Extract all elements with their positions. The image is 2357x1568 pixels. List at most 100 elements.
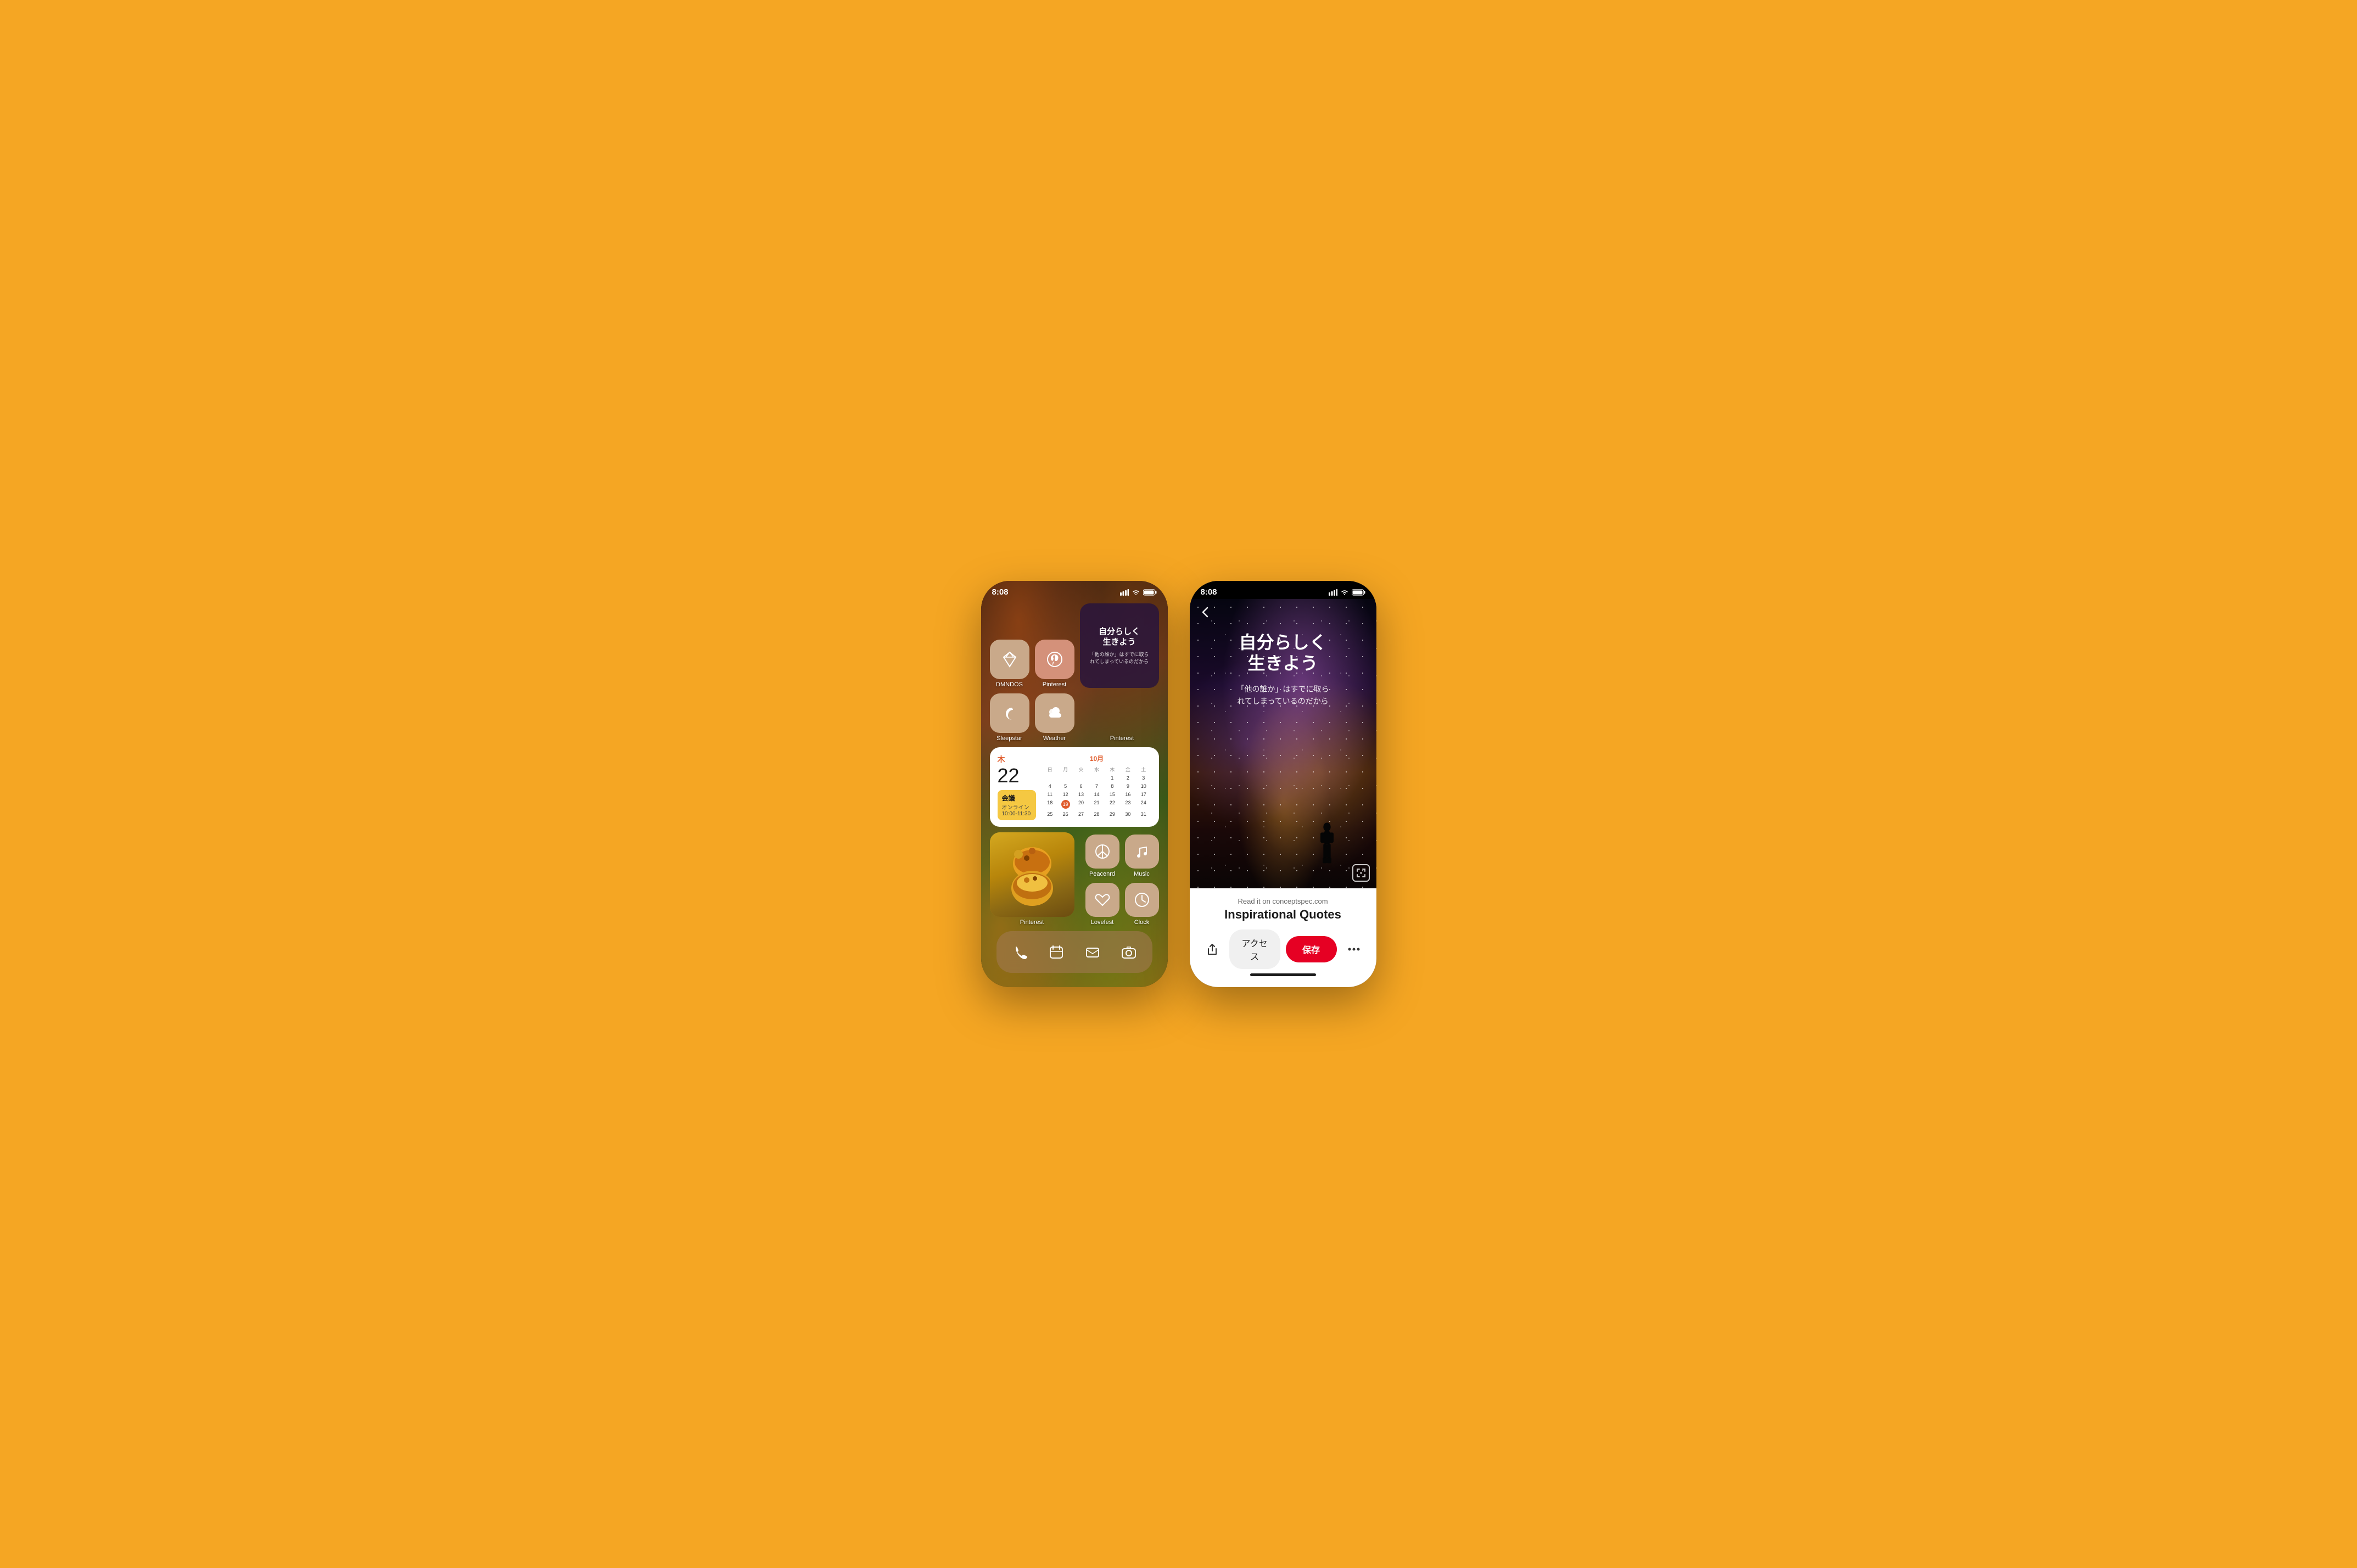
phone2: 8:08 — [1190, 581, 1376, 987]
cal-day-31: 31 — [1136, 810, 1151, 818]
app-row-1: DMNDOS Pinterest — [990, 603, 1159, 688]
calendar-right: 10月 日 月 火 水 木 金 土 — [1043, 754, 1151, 820]
signal-icon — [1120, 589, 1129, 596]
sleepstar-icon-box[interactable] — [990, 693, 1029, 733]
cal-day-16: 16 — [1121, 791, 1135, 798]
cal-day-10: 10 — [1136, 782, 1151, 790]
photo-widget-box[interactable] — [990, 832, 1074, 917]
cal-header-wed: 水 — [1089, 765, 1104, 774]
peacenrd-label: Peacenrd — [1089, 871, 1115, 877]
pinterest-icon-box-1[interactable] — [1035, 640, 1074, 679]
calendar-event-location: オンライン — [1002, 803, 1032, 811]
music-icon-box[interactable] — [1125, 835, 1159, 869]
pinterest-bottom-label: Pinterest — [990, 919, 1074, 926]
phone1: 8:08 — [981, 581, 1168, 987]
app-pinterest-widget-label: Pinterest — [1080, 735, 1164, 742]
moon-icon — [1001, 704, 1018, 722]
cal-day-12: 12 — [1058, 791, 1073, 798]
lovefest-label: Lovefest — [1091, 919, 1114, 926]
lovefest-icon-box[interactable] — [1085, 883, 1119, 917]
cal-day-13: 13 — [1073, 791, 1088, 798]
cal-day-27: 27 — [1073, 810, 1088, 818]
status-bar-phone1: 8:08 — [981, 581, 1168, 599]
phones-container: 8:08 — [981, 581, 1376, 987]
calendar-widget[interactable]: 木 22 会議 オンライン 10:00-11:30 10 月 日 — [990, 747, 1159, 827]
read-it-on: Read it on conceptspec.com — [1201, 897, 1365, 905]
wifi-icon — [1132, 589, 1140, 596]
cal-day-4: 4 — [1043, 782, 1057, 790]
food-image-icon — [996, 839, 1068, 910]
cal-day-30: 30 — [1121, 810, 1135, 818]
pinterest-label-1: Pinterest — [1043, 681, 1066, 688]
cal-day-25: 25 — [1043, 810, 1057, 818]
music-icon — [1133, 843, 1151, 860]
battery-icon — [1143, 589, 1157, 596]
pin-quote-sub: 「他の誰か」はすでに取られてしまっているのだから — [1203, 683, 1363, 708]
calendar-day-label: 木 — [998, 754, 1036, 765]
app-music[interactable]: Music — [1125, 835, 1159, 877]
status-bar-phone2: 8:08 — [1190, 581, 1376, 599]
quote-widget-main: 自分らしく生きよう — [1099, 626, 1140, 648]
share-icon — [1206, 943, 1218, 955]
status-icons-phone2 — [1329, 589, 1365, 596]
cal-header-sat: 土 — [1136, 765, 1151, 774]
app-lovefest[interactable]: Lovefest — [1085, 883, 1119, 926]
save-button[interactable]: 保存 — [1286, 936, 1337, 962]
dock-phone[interactable] — [1005, 937, 1035, 967]
dock-mail[interactable] — [1077, 937, 1108, 967]
back-chevron-icon — [1202, 607, 1208, 618]
cal-header-sun: 日 — [1043, 765, 1057, 774]
app-dmndos[interactable]: DMNDOS — [990, 640, 1029, 688]
cal-day-23: 23 — [1121, 799, 1135, 810]
quote-widget-sub: 「他の誰か」はすでに取られてしまっているのだから — [1089, 651, 1149, 665]
camera-icon — [1121, 944, 1136, 960]
cal-day-18: 18 — [1043, 799, 1057, 810]
peacenrd-icon-box[interactable] — [1085, 835, 1119, 869]
cal-day-26: 26 — [1058, 810, 1073, 818]
cal-day-6: 6 — [1073, 782, 1088, 790]
cal-day-22: 22 — [1105, 799, 1119, 810]
cal-header-mon: 月 — [1058, 765, 1073, 774]
scan-icon[interactable] — [1352, 864, 1370, 882]
dock-camera[interactable] — [1113, 937, 1144, 967]
app-pinterest-1[interactable]: Pinterest — [1035, 640, 1074, 688]
peace-icon — [1094, 843, 1111, 860]
weather-cloud-icon — [1045, 705, 1065, 721]
app-peacenrd[interactable]: Peacenrd — [1085, 835, 1119, 877]
back-button[interactable] — [1196, 603, 1214, 621]
more-button[interactable] — [1342, 938, 1365, 961]
app-clock[interactable]: Clock — [1125, 883, 1159, 926]
calendar-left: 木 22 会議 オンライン 10:00-11:30 — [998, 754, 1036, 820]
pin-quote-overlay: 自分らしく生きよう 「他の誰か」はすでに取られてしまっているのだから — [1190, 632, 1376, 708]
cal-day-20: 20 — [1073, 799, 1088, 810]
photo-widget[interactable]: Pinterest — [990, 832, 1074, 926]
app-sleepstar[interactable]: Sleepstar — [990, 693, 1029, 742]
cal-day-15: 15 — [1105, 791, 1119, 798]
cal-day-21: 21 — [1089, 799, 1104, 810]
quote-widget[interactable]: 自分らしく生きよう 「他の誰か」はすでに取られてしまっているのだから — [1080, 603, 1159, 688]
dock-calendar[interactable] — [1041, 937, 1072, 967]
cal-day-8: 8 — [1105, 782, 1119, 790]
cal-day-9: 9 — [1121, 782, 1135, 790]
read-it-on-text: Read it on — [1238, 897, 1270, 905]
pin-title: Inspirational Quotes — [1201, 908, 1365, 922]
access-button[interactable]: アクセス — [1229, 929, 1280, 969]
cal-day-29: 29 — [1105, 810, 1119, 818]
calendar-event-time: 10:00-11:30 — [1002, 811, 1032, 817]
bottom-section: Pinterest — [990, 832, 1159, 926]
pinterest-widget-label: Pinterest — [1110, 735, 1134, 742]
phone-icon — [1012, 944, 1028, 960]
share-button[interactable] — [1201, 938, 1224, 961]
cal-day-empty1 — [1043, 774, 1057, 782]
heart-icon — [1094, 891, 1111, 909]
cal-day-17: 17 — [1136, 791, 1151, 798]
weather-icon-box[interactable] — [1035, 693, 1074, 733]
clock-icon — [1133, 891, 1151, 909]
clock-icon-box[interactable] — [1125, 883, 1159, 917]
app-weather[interactable]: Weather — [1035, 693, 1074, 742]
cal-day-empty4 — [1089, 774, 1104, 782]
dmndos-icon-box[interactable] — [990, 640, 1029, 679]
cal-header-tue: 火 — [1073, 765, 1088, 774]
status-time-phone2: 8:08 — [1201, 587, 1217, 597]
calendar-event[interactable]: 会議 オンライン 10:00-11:30 — [998, 790, 1036, 820]
